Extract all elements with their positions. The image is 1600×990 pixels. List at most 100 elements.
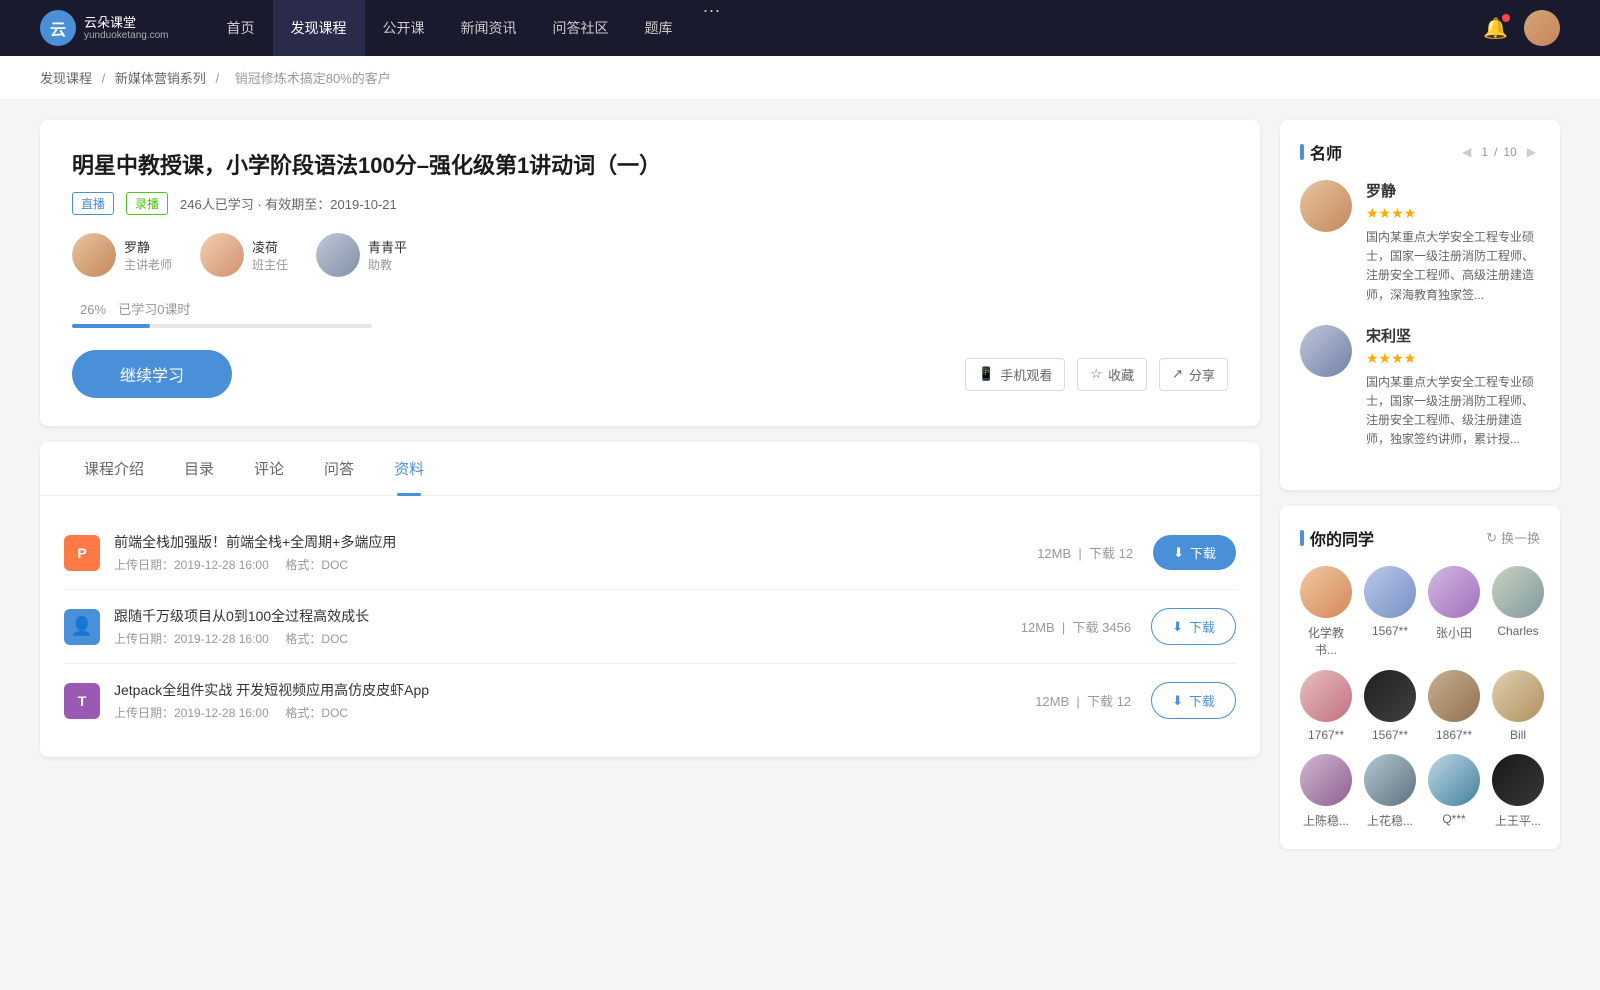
logo-text: 云朵课堂 yunduoketang.com [84, 15, 169, 42]
file-date-2: 上传日期：2019-12-28 16:00 [114, 632, 269, 646]
breadcrumb-link-series[interactable]: 新媒体营销系列 [115, 71, 206, 86]
student-name-1: 化学教书... [1300, 624, 1352, 658]
logo-icon: 云 [40, 10, 76, 46]
student-avatar-4[interactable] [1492, 566, 1544, 618]
file-meta-3: 上传日期：2019-12-28 16:00 格式：DOC [114, 704, 1035, 721]
breadcrumb-sep1: / [102, 71, 109, 86]
nav-item-home[interactable]: 首页 [209, 0, 273, 56]
student-avatar-1[interactable] [1300, 566, 1352, 618]
nav-item-quiz[interactable]: 题库 [627, 0, 691, 56]
file-info-2: 跟随千万级项目从0到100全过程高效成长 上传日期：2019-12-28 16:… [114, 606, 1021, 647]
download-label-3: 下载 [1189, 691, 1215, 710]
bell-icon[interactable]: 🔔 [1483, 16, 1508, 41]
progress-label: 26% 已学习0课时 [72, 299, 1228, 318]
tab-qa[interactable]: 问答 [304, 442, 374, 495]
student-name-12: 上王平... [1495, 812, 1541, 829]
tab-intro[interactable]: 课程介绍 [64, 442, 164, 495]
file-stats-2: 12MB | 下载 3456 [1021, 617, 1131, 636]
file-date-3: 上传日期：2019-12-28 16:00 [114, 706, 269, 720]
progress-section: 26% 已学习0课时 [72, 299, 1228, 328]
breadcrumb: 发现课程 / 新媒体营销系列 / 销冠修炼术搞定80%的客户 [0, 56, 1600, 100]
course-card: 明星中教授课，小学阶段语法100分–强化级第1讲动词（一） 直播 录播 246人… [40, 120, 1260, 426]
teachers-prev-button[interactable]: ◀ [1458, 143, 1475, 161]
student-name-7: 1867** [1436, 728, 1472, 742]
tab-materials[interactable]: 资料 [374, 442, 444, 495]
nav-item-opencourse[interactable]: 公开课 [365, 0, 443, 56]
student-avatar-3[interactable] [1428, 566, 1480, 618]
student-avatar-6[interactable] [1364, 670, 1416, 722]
file-size-3: 12MB [1035, 694, 1069, 709]
star-icon: ☆ [1090, 366, 1102, 382]
students-title-text: 你的同学 [1310, 526, 1374, 550]
teacher-2: 凌荷 班主任 [200, 233, 288, 277]
download-icon-3: ⬇ [1172, 693, 1183, 709]
file-downloads-2: 下载 3456 [1073, 620, 1132, 635]
logo[interactable]: 云 云朵课堂 yunduoketang.com [40, 10, 169, 46]
breadcrumb-link-discover[interactable]: 发现课程 [40, 71, 92, 86]
title-bar-icon [1300, 144, 1304, 160]
student-name-3: 张小田 [1436, 624, 1472, 641]
download-button-1[interactable]: ⬇ 下载 [1153, 535, 1236, 570]
course-actions: 继续学习 📱 手机观看 ☆ 收藏 ↗ 分享 [72, 350, 1228, 398]
teacher-1-desc: 国内某重点大学安全工程专业硕士，国家一级注册消防工程师、注册安全工程师、高级注册… [1366, 228, 1540, 305]
student-name-4: Charles [1497, 624, 1538, 638]
mobile-watch-button[interactable]: 📱 手机观看 [965, 358, 1065, 391]
teacher-panel-name-2: 宋利坚 [1366, 325, 1540, 346]
main-content: 明星中教授课，小学阶段语法100分–强化级第1讲动词（一） 直播 录播 246人… [0, 100, 1600, 885]
file-item-1: P 前端全栈加强版！前端全栈+全周期+多端应用 上传日期：2019-12-28 … [64, 516, 1236, 590]
continue-study-button[interactable]: 继续学习 [72, 350, 232, 398]
download-button-2[interactable]: ⬇ 下载 [1151, 608, 1236, 645]
student-avatar-12[interactable] [1492, 754, 1544, 806]
mobile-icon: 📱 [978, 366, 994, 382]
student-name-2: 1567** [1372, 624, 1408, 638]
file-format-3: 格式：DOC [285, 706, 348, 720]
teachers-panel-nav: ◀ 1 / 10 ▶ [1458, 143, 1540, 161]
student-avatar-2[interactable] [1364, 566, 1416, 618]
teacher-3-info: 青青平 助教 [368, 237, 407, 273]
student-avatar-5[interactable] [1300, 670, 1352, 722]
file-format-1: 格式：DOC [285, 558, 348, 572]
file-name-2: 跟随千万级项目从0到100全过程高效成长 [114, 606, 1021, 626]
teacher-2-avatar [200, 233, 244, 277]
content-right: 名师 ◀ 1 / 10 ▶ 罗静 ★★★★ 国内某重点大学安全工程专业硕士，国家 [1280, 120, 1560, 865]
teacher-1-role: 主讲老师 [124, 256, 172, 273]
nav-item-discover[interactable]: 发现课程 [273, 0, 365, 56]
student-avatar-7[interactable] [1428, 670, 1480, 722]
download-button-3[interactable]: ⬇ 下载 [1151, 682, 1236, 719]
student-name-11: Q*** [1442, 812, 1465, 826]
student-avatar-10[interactable] [1364, 754, 1416, 806]
share-button[interactable]: ↗ 分享 [1159, 358, 1228, 391]
tabs-card: 课程介绍 目录 评论 问答 资料 P 前端全栈加强版！前端全栈+全周期+多端应用… [40, 442, 1260, 757]
teachers-panel-title: 名师 [1300, 140, 1342, 164]
student-name-5: 1767** [1308, 728, 1344, 742]
student-name-9: 上陈稳... [1303, 812, 1349, 829]
student-8: Bill [1492, 670, 1544, 742]
file-size-2: 12MB [1021, 620, 1055, 635]
file-name-1: 前端全栈加强版！前端全栈+全周期+多端应用 [114, 532, 1037, 552]
teacher-3-avatar [316, 233, 360, 277]
badge-rec: 录播 [126, 192, 168, 215]
notification-dot [1502, 14, 1510, 22]
student-avatar-9[interactable] [1300, 754, 1352, 806]
student-4: Charles [1492, 566, 1544, 658]
file-format-2: 格式：DOC [285, 632, 348, 646]
swap-button[interactable]: ↻ 换一换 [1486, 528, 1540, 547]
breadcrumb-current: 销冠修炼术搞定80%的客户 [235, 71, 391, 86]
nav-item-news[interactable]: 新闻资讯 [443, 0, 535, 56]
student-7: 1867** [1428, 670, 1480, 742]
tab-comments[interactable]: 评论 [234, 442, 304, 495]
nav-more-button[interactable]: ··· [691, 0, 733, 56]
teachers-total: 10 [1503, 145, 1516, 159]
collect-button[interactable]: ☆ 收藏 [1077, 358, 1147, 391]
file-date-1: 上传日期：2019-12-28 16:00 [114, 558, 269, 572]
teacher-2-stars: ★★★★ [1366, 350, 1540, 367]
tab-catalog[interactable]: 目录 [164, 442, 234, 495]
download-label-1: 下载 [1190, 543, 1216, 562]
nav-item-qa[interactable]: 问答社区 [535, 0, 627, 56]
teacher-panel-item-2: 宋利坚 ★★★★ 国内某重点大学安全工程专业硕士，国家一级注册消防工程师、注册安… [1300, 325, 1540, 450]
student-11: Q*** [1428, 754, 1480, 829]
student-avatar-11[interactable] [1428, 754, 1480, 806]
teachers-next-button[interactable]: ▶ [1523, 143, 1540, 161]
student-avatar-8[interactable] [1492, 670, 1544, 722]
user-avatar[interactable] [1524, 10, 1560, 46]
